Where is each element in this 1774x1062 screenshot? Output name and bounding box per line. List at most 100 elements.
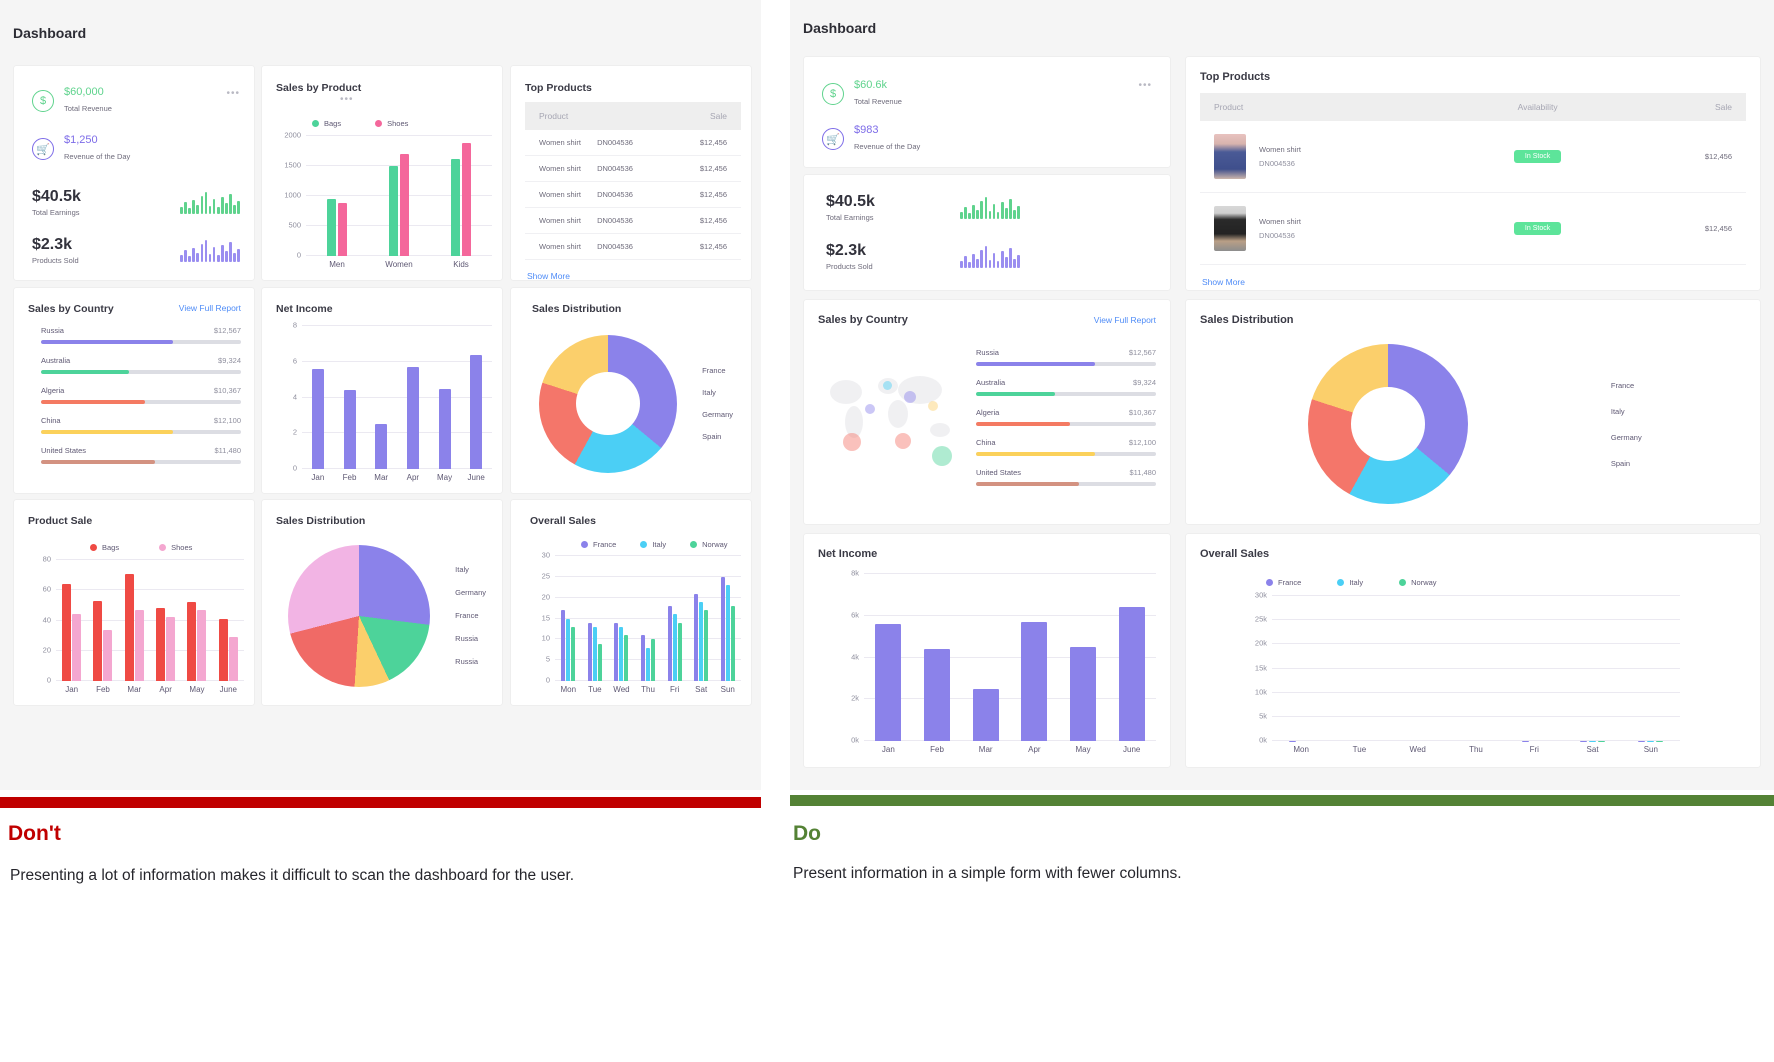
bar[interactable] xyxy=(343,390,356,469)
bar[interactable] xyxy=(462,143,471,256)
map-marker[interactable] xyxy=(864,404,875,414)
legend-item[interactable]: Germany xyxy=(1605,433,1642,442)
bar[interactable] xyxy=(672,614,677,681)
legend-item[interactable]: France xyxy=(696,366,733,375)
table-row[interactable]: Women shirt DN004536 In Stock $12,456 xyxy=(1200,121,1746,193)
kebab-menu-icon[interactable]: ••• xyxy=(340,95,354,105)
y-axis-tick: 80 xyxy=(42,554,51,564)
legend-item[interactable]: Shoes xyxy=(375,119,408,128)
donut-chart[interactable] xyxy=(1308,344,1469,504)
legend-item[interactable]: Norway xyxy=(1399,578,1437,587)
legend-item[interactable]: France xyxy=(581,540,616,549)
bar[interactable] xyxy=(694,593,699,681)
bar[interactable] xyxy=(166,617,176,681)
bar[interactable] xyxy=(614,622,619,681)
bar[interactable] xyxy=(646,647,651,681)
bar[interactable] xyxy=(1070,647,1097,741)
bar[interactable] xyxy=(311,368,324,469)
bar[interactable] xyxy=(438,388,451,469)
x-axis-tick: Thu xyxy=(1469,744,1483,754)
bar[interactable] xyxy=(197,609,207,681)
bar[interactable] xyxy=(156,608,166,681)
bar[interactable] xyxy=(619,626,624,681)
donut-chart[interactable] xyxy=(539,334,677,473)
bar[interactable] xyxy=(720,576,725,681)
legend-item[interactable]: Spain xyxy=(696,432,733,441)
map-marker[interactable] xyxy=(931,445,952,466)
bar[interactable] xyxy=(62,584,72,681)
bar[interactable] xyxy=(641,635,646,681)
bar[interactable] xyxy=(187,602,197,681)
bar[interactable] xyxy=(406,367,419,469)
bar[interactable] xyxy=(677,622,682,681)
legend-item[interactable]: Bags xyxy=(312,119,341,128)
pie-chart[interactable] xyxy=(288,544,430,687)
legend-item[interactable]: Norway xyxy=(690,540,728,549)
legend-item[interactable]: Italy xyxy=(640,540,666,549)
legend-item[interactable]: France xyxy=(1266,578,1301,587)
bar[interactable] xyxy=(592,626,597,681)
table-row[interactable]: Women shirt DN004536 $12,456 xyxy=(525,130,741,156)
legend-item[interactable]: Spain xyxy=(1605,459,1642,468)
table-row[interactable]: Women shirt DN004536 $12,456 xyxy=(525,155,741,182)
legend-item[interactable]: Germany xyxy=(696,410,733,419)
bar[interactable] xyxy=(667,606,672,681)
bar[interactable] xyxy=(651,639,656,681)
bar[interactable] xyxy=(451,158,460,256)
bar[interactable] xyxy=(972,688,999,741)
sparkline-bar xyxy=(208,254,212,262)
bar[interactable] xyxy=(228,637,238,681)
bar[interactable] xyxy=(72,614,82,681)
bar[interactable] xyxy=(704,610,709,681)
bar[interactable] xyxy=(400,154,409,256)
bar[interactable] xyxy=(338,203,347,256)
view-full-report-link-right[interactable]: View Full Report xyxy=(1094,315,1156,325)
bar[interactable] xyxy=(561,610,566,681)
legend-item[interactable]: Russia xyxy=(449,657,486,666)
bar[interactable] xyxy=(218,619,228,681)
legend-item[interactable]: France xyxy=(449,611,486,620)
bar[interactable] xyxy=(875,624,902,741)
legend-item[interactable]: Italy xyxy=(1337,578,1363,587)
bar[interactable] xyxy=(470,354,483,469)
bar[interactable] xyxy=(1118,607,1145,741)
map-marker[interactable] xyxy=(843,432,862,451)
bar[interactable] xyxy=(327,199,336,256)
table-row[interactable]: Women shirt DN004536 In Stock $12,456 xyxy=(1200,192,1746,265)
bar[interactable] xyxy=(103,629,113,681)
bar[interactable] xyxy=(624,635,629,681)
table-row[interactable]: Women shirt DN004536 $12,456 xyxy=(525,207,741,234)
bar[interactable] xyxy=(1021,622,1048,741)
legend-item[interactable]: France xyxy=(1605,381,1642,390)
show-more-link-right[interactable]: Show More xyxy=(1202,277,1746,287)
kebab-menu-icon[interactable]: ••• xyxy=(226,89,240,99)
legend-item[interactable]: Shoes xyxy=(159,543,192,552)
map-marker[interactable] xyxy=(895,432,912,449)
table-row[interactable]: Women shirt DN004536 $12,456 xyxy=(525,233,741,260)
bar[interactable] xyxy=(93,600,103,681)
legend-item[interactable]: Italy xyxy=(696,388,733,397)
legend-item[interactable]: Russia xyxy=(449,634,486,643)
bar[interactable] xyxy=(134,609,144,681)
bar[interactable] xyxy=(597,643,602,681)
kebab-menu-icon[interactable]: ••• xyxy=(1138,81,1152,91)
bar[interactable] xyxy=(389,166,398,256)
bar[interactable] xyxy=(571,626,576,681)
show-more-link-left[interactable]: Show More xyxy=(527,271,741,281)
legend-item[interactable]: Italy xyxy=(1605,407,1642,416)
bar[interactable] xyxy=(725,585,730,681)
bar[interactable] xyxy=(124,573,134,681)
legend-item[interactable]: Bags xyxy=(90,543,119,552)
view-full-report-link-left[interactable]: View Full Report xyxy=(179,303,241,313)
bar[interactable] xyxy=(375,424,388,469)
legend-item[interactable]: Germany xyxy=(449,588,486,597)
bar[interactable] xyxy=(587,622,592,681)
bar[interactable] xyxy=(566,618,571,681)
map-marker[interactable] xyxy=(882,380,892,390)
bar[interactable] xyxy=(699,601,704,681)
bar[interactable] xyxy=(924,649,950,741)
legend-item[interactable]: Italy xyxy=(449,565,486,574)
bar[interactable] xyxy=(730,606,735,681)
table-row[interactable]: Women shirt DN004536 $12,456 xyxy=(525,181,741,208)
sparkline-bar xyxy=(216,255,220,262)
